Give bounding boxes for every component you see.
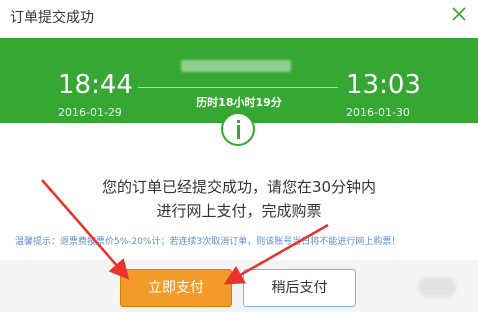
success-message-line2: 进行网上支付，完成购票 — [156, 202, 322, 220]
dialog-footer — [0, 260, 478, 312]
pay-now-button[interactable]: 立即支付 — [120, 269, 232, 307]
route-line — [138, 87, 338, 88]
close-icon[interactable] — [450, 5, 468, 23]
redacted-element — [418, 277, 456, 297]
success-message-line1: 您的订单已经提交成功，请您在30分钟内 — [101, 178, 377, 196]
arrival-time: 13:03 — [346, 70, 421, 100]
trip-banner: 18:44 2016-01-29 历时18小时19分 13:03 2016-01… — [0, 38, 478, 123]
warning-tip: 温馨提示：退票费按票价5%-20%计；若连续3次取消订单，则该账号当日将不能进行… — [15, 237, 401, 247]
order-success-dialog: 订单提交成功 18:44 2016-01-29 历时18小时19分 13:03 … — [0, 0, 478, 312]
train-number-redacted — [181, 60, 291, 72]
info-icon — [221, 112, 255, 146]
arrival-date: 2016-01-30 — [346, 106, 410, 119]
title-bar: 订单提交成功 — [0, 0, 478, 32]
dialog-title: 订单提交成功 — [10, 10, 94, 26]
pay-later-button[interactable]: 稍后支付 — [243, 269, 356, 307]
